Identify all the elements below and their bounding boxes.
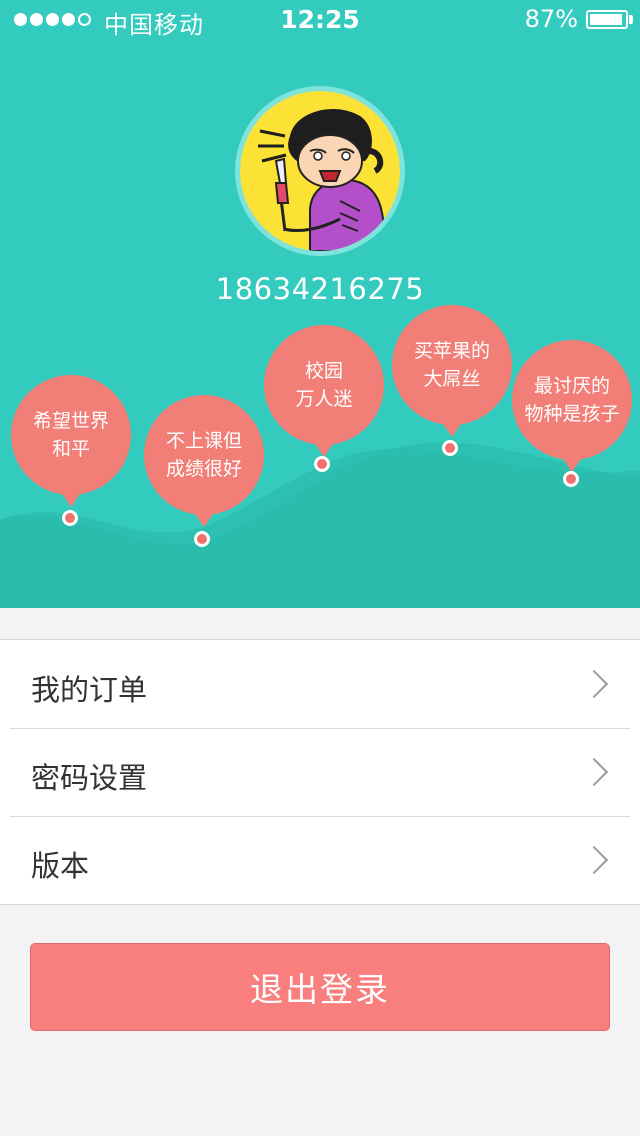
tag-bubble[interactable]: 希望世界 和平 bbox=[11, 375, 131, 507]
menu-item-password-settings[interactable]: 密码设置 bbox=[0, 728, 640, 816]
profile-header: 中国移动 12:25 87% 18634216275 希望世界 和平 不上课但 … bbox=[0, 0, 640, 608]
tag-bubble[interactable]: 最讨厌的 物种是孩子 bbox=[512, 340, 632, 472]
avatar[interactable] bbox=[235, 86, 405, 256]
menu-item-label: 我的订单 bbox=[31, 673, 148, 707]
phone-number: 18634216275 bbox=[215, 272, 425, 306]
tag-bubble-text: 不上课但 成绩很好 bbox=[165, 430, 242, 480]
chevron-right-icon bbox=[579, 757, 609, 787]
tag-bubble-text: 校园 万人迷 bbox=[295, 360, 353, 410]
tag-bubble-text: 最讨厌的 物种是孩子 bbox=[524, 375, 620, 425]
menu-item-orders[interactable]: 我的订单 bbox=[0, 640, 640, 728]
chevron-right-icon bbox=[579, 669, 609, 699]
menu-item-label: 密码设置 bbox=[31, 761, 148, 795]
tag-dot bbox=[314, 456, 330, 472]
menu-item-version[interactable]: 版本 bbox=[0, 816, 640, 904]
chevron-right-icon bbox=[579, 845, 609, 875]
tag-bubble-text: 希望世界 和平 bbox=[32, 410, 109, 460]
tag-bubble[interactable]: 校园 万人迷 bbox=[264, 325, 384, 457]
cartoon-girl-avatar-icon bbox=[240, 91, 400, 251]
settings-menu: 我的订单 密码设置 版本 bbox=[0, 639, 640, 905]
tag-bubble[interactable]: 买苹果的 大屌丝 bbox=[392, 305, 512, 437]
tag-bubble[interactable]: 不上课但 成绩很好 bbox=[144, 395, 264, 527]
tag-dot bbox=[563, 471, 579, 487]
tag-dot bbox=[62, 510, 78, 526]
logout-button[interactable]: 退出登录 bbox=[30, 943, 610, 1031]
status-bar: 中国移动 12:25 87% bbox=[0, 0, 640, 40]
menu-item-label: 版本 bbox=[31, 849, 90, 883]
tag-dot bbox=[442, 440, 458, 456]
tag-dot bbox=[194, 531, 210, 547]
tag-bubble-text: 买苹果的 大屌丝 bbox=[413, 340, 490, 390]
battery-icon bbox=[586, 10, 628, 29]
profile-screen: 中国移动 12:25 87% 18634216275 希望世界 和平 不上课但 … bbox=[0, 0, 640, 1136]
battery-percentage: 87% bbox=[524, 5, 578, 33]
